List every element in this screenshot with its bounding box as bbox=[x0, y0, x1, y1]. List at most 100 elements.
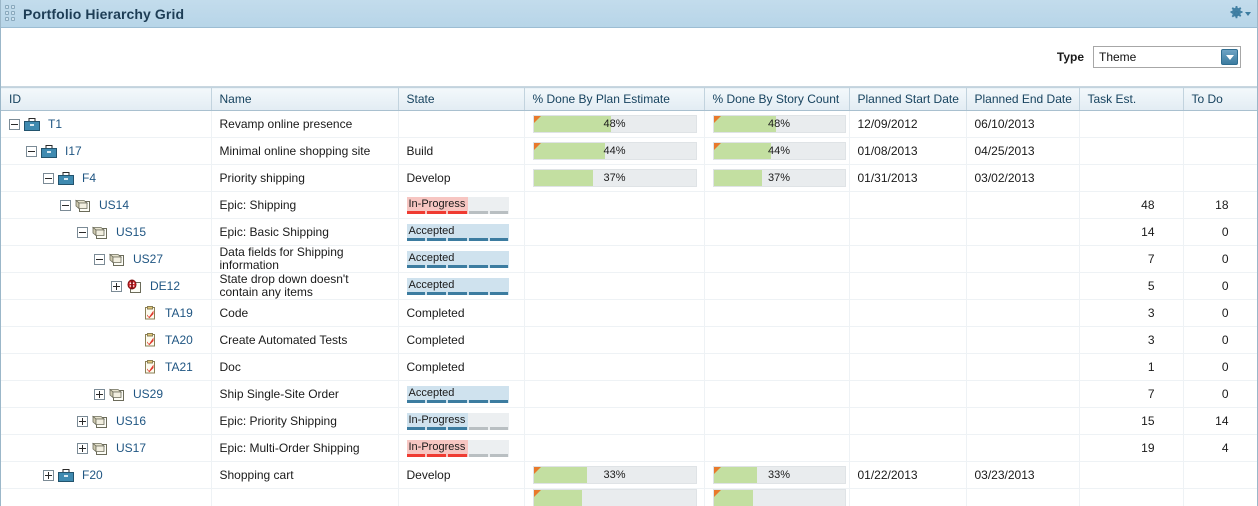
cell-empty bbox=[211, 488, 399, 506]
tree-collapse-icon[interactable] bbox=[9, 118, 20, 130]
column-header-to_do[interactable]: To Do bbox=[1183, 87, 1257, 111]
chevron-down-icon[interactable] bbox=[1221, 49, 1238, 65]
progress-bar: 33% bbox=[712, 466, 846, 484]
cell-to-do: 0 bbox=[1183, 272, 1257, 300]
tree-expand-icon[interactable] bbox=[111, 280, 122, 292]
cell-empty bbox=[398, 488, 525, 506]
tree-expand-icon[interactable] bbox=[94, 388, 105, 400]
table-row[interactable]: F20 Shopping cart Develop 33% 33% 01/22/2013 0… bbox=[1, 461, 1257, 489]
table-row[interactable]: TA21 Doc Completed 1 0 bbox=[1, 353, 1257, 381]
column-header-end[interactable]: Planned End Date bbox=[966, 87, 1080, 111]
cell-id: F20 bbox=[1, 461, 212, 489]
cell-to-do-value: 4 bbox=[1221, 441, 1229, 455]
column-header-state[interactable]: State bbox=[398, 87, 525, 111]
cell-planned-start-date bbox=[849, 380, 967, 408]
progress-bar: 37% bbox=[712, 169, 846, 187]
row-id-link[interactable]: I17 bbox=[65, 144, 82, 158]
table-row[interactable]: US17 Epic: Multi-Order Shipping In-Progres… bbox=[1, 434, 1257, 462]
settings-menu-button[interactable] bbox=[1229, 6, 1251, 21]
cell-task-est-value: 15 bbox=[1141, 414, 1155, 428]
column-header-label: ID bbox=[9, 92, 21, 106]
table-row[interactable]: US27 Data fields for Shipping information… bbox=[1, 245, 1257, 273]
progress-bar-label bbox=[534, 490, 696, 506]
column-header-id[interactable]: ID bbox=[1, 87, 212, 111]
column-header-name[interactable]: Name bbox=[211, 87, 399, 111]
drag-grip-icon[interactable] bbox=[5, 4, 19, 23]
tree-collapse-icon[interactable] bbox=[43, 172, 54, 184]
cell-plan-estimate-pct bbox=[524, 488, 705, 506]
state-text: Develop bbox=[406, 468, 451, 482]
status-badge-label: In-Progress bbox=[408, 197, 466, 210]
alert-corner-marker-icon bbox=[713, 116, 721, 123]
table-row[interactable]: US16 Epic: Priority Shipping In-Progress 15… bbox=[1, 407, 1257, 435]
tree-collapse-icon[interactable] bbox=[94, 253, 105, 265]
cell-task-est: 7 bbox=[1079, 380, 1184, 408]
cell-name: Epic: Priority Shipping bbox=[211, 407, 399, 435]
row-id-link[interactable]: F20 bbox=[82, 468, 103, 482]
tree-expand-icon[interactable] bbox=[77, 442, 88, 454]
cell-story-count-pct bbox=[704, 191, 850, 219]
row-id-link[interactable]: DE12 bbox=[150, 279, 180, 293]
tree-toggle-spacer bbox=[128, 335, 139, 346]
task-icon bbox=[143, 360, 161, 374]
row-id-link[interactable]: TA20 bbox=[165, 333, 193, 347]
cell-plan-estimate-pct bbox=[524, 272, 705, 300]
column-header-start[interactable]: Planned Start Date bbox=[849, 87, 967, 111]
table-row-partial[interactable] bbox=[1, 488, 1257, 506]
table-row[interactable]: I17 Minimal online shopping site Build 44% 4… bbox=[1, 137, 1257, 165]
table-row[interactable]: US14 Epic: Shipping In-Progress 48 18 bbox=[1, 191, 1257, 219]
row-id-link[interactable]: T1 bbox=[48, 117, 62, 131]
table-row[interactable]: F4 Priority shipping Develop 37% 37% 01/31/20… bbox=[1, 164, 1257, 192]
type-filter-select[interactable]: Theme bbox=[1093, 46, 1241, 68]
table-row[interactable]: DE12 State drop down doesn't contain any … bbox=[1, 272, 1257, 300]
cell-task-est-value: 1 bbox=[1147, 360, 1155, 374]
cell-to-do bbox=[1183, 110, 1257, 138]
progress-bar: 48% bbox=[712, 115, 846, 133]
tree-expand-icon[interactable] bbox=[77, 415, 88, 427]
cell-name: Epic: Multi-Order Shipping bbox=[211, 434, 399, 462]
state-text: Completed bbox=[406, 306, 465, 320]
cell-to-do-value: 0 bbox=[1221, 306, 1229, 320]
table-row[interactable]: T1 Revamp online presence 48% 48% 12/09/2012… bbox=[1, 110, 1257, 138]
cell-state: Develop bbox=[398, 461, 525, 489]
tree-node: US29 bbox=[9, 381, 203, 407]
table-row[interactable]: TA19 Code Completed 3 0 bbox=[1, 299, 1257, 327]
cell-id: US15 bbox=[1, 218, 212, 246]
row-id-link[interactable]: US16 bbox=[116, 414, 146, 428]
table-row[interactable]: US15 Epic: Basic Shipping Accepted 14 0 bbox=[1, 218, 1257, 246]
cell-story-count-pct bbox=[704, 326, 850, 354]
tree-collapse-icon[interactable] bbox=[77, 226, 88, 238]
state-text: Completed bbox=[406, 360, 465, 374]
table-row[interactable]: US29 Ship Single-Site Order Accepted 7 0 bbox=[1, 380, 1257, 408]
cell-to-do-value: 0 bbox=[1221, 360, 1229, 374]
tree-expand-icon[interactable] bbox=[43, 469, 54, 481]
tree-collapse-icon[interactable] bbox=[60, 199, 71, 211]
cell-planned-end-date-value: 03/02/2013 bbox=[974, 171, 1035, 185]
column-header-plan_pct[interactable]: % Done By Plan Estimate bbox=[524, 87, 705, 111]
cell-empty bbox=[1183, 488, 1257, 506]
table-row[interactable]: TA20 Create Automated Tests Completed 3 0 bbox=[1, 326, 1257, 354]
briefcase-icon bbox=[58, 468, 78, 482]
cell-story-count-pct bbox=[704, 380, 850, 408]
row-id-link[interactable]: TA21 bbox=[165, 360, 193, 374]
row-id-link[interactable]: TA19 bbox=[165, 306, 193, 320]
cell-to-do: 0 bbox=[1183, 245, 1257, 273]
cell-name: Shopping cart bbox=[211, 461, 399, 489]
column-header-story_pct[interactable]: % Done By Story Count bbox=[704, 87, 850, 111]
row-id-link[interactable]: US17 bbox=[116, 441, 146, 455]
row-id-link[interactable]: US14 bbox=[99, 198, 129, 212]
column-header-task_est[interactable]: Task Est. bbox=[1079, 87, 1184, 111]
cell-id: US14 bbox=[1, 191, 212, 219]
tree-collapse-icon[interactable] bbox=[26, 145, 37, 157]
alert-corner-marker-icon bbox=[533, 467, 541, 474]
row-id-link[interactable]: US27 bbox=[133, 252, 163, 266]
row-name-text: Priority shipping bbox=[219, 170, 305, 185]
cell-planned-end-date bbox=[966, 245, 1080, 273]
row-id-link[interactable]: F4 bbox=[82, 171, 96, 185]
row-name-text: Doc bbox=[219, 359, 241, 374]
cell-name: Ship Single-Site Order bbox=[211, 380, 399, 408]
tree-node: F20 bbox=[9, 462, 203, 488]
row-id-link[interactable]: US15 bbox=[116, 225, 146, 239]
cell-id: I17 bbox=[1, 137, 212, 165]
row-id-link[interactable]: US29 bbox=[133, 387, 163, 401]
